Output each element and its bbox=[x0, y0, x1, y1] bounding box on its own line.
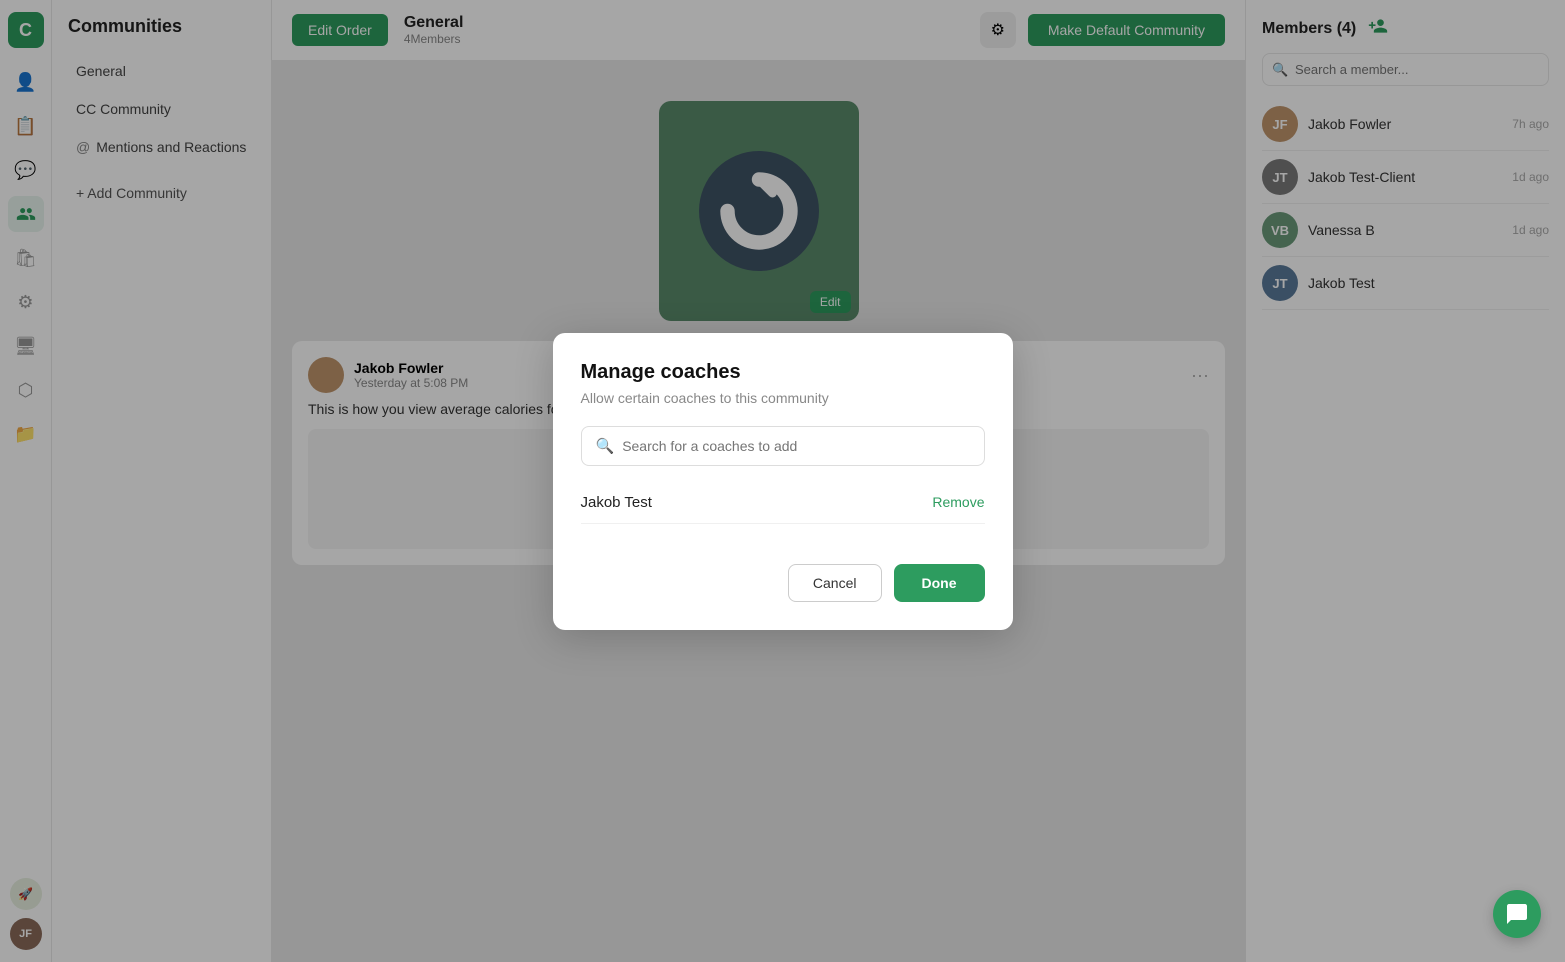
modal-title: Manage coaches bbox=[581, 361, 985, 384]
coach-search-input[interactable] bbox=[622, 438, 969, 454]
coach-search-container: 🔍 bbox=[581, 426, 985, 466]
coach-item-jakob-test: Jakob Test Remove bbox=[581, 482, 985, 524]
remove-coach-button[interactable]: Remove bbox=[932, 494, 984, 510]
chat-fab-button[interactable] bbox=[1493, 890, 1541, 938]
done-button[interactable]: Done bbox=[894, 564, 985, 602]
cancel-button[interactable]: Cancel bbox=[788, 564, 882, 602]
manage-coaches-modal: Manage coaches Allow certain coaches to … bbox=[553, 333, 1013, 630]
modal-actions: Cancel Done bbox=[581, 564, 985, 602]
modal-subtitle: Allow certain coaches to this community bbox=[581, 390, 985, 406]
modal-search-icon: 🔍 bbox=[596, 437, 615, 455]
modal-overlay: Manage coaches Allow certain coaches to … bbox=[0, 0, 1565, 962]
coach-name: Jakob Test bbox=[581, 494, 652, 511]
